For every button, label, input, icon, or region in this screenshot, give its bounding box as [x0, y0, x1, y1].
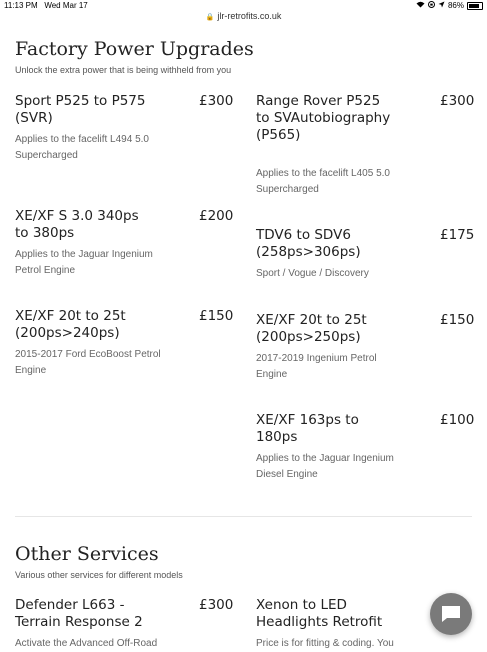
status-right: 86%	[416, 1, 483, 10]
lock-rotation-icon	[427, 1, 435, 10]
item-description: Activate the Advanced Off-Road	[15, 638, 158, 649]
item-description: 2015-2017 Ford EcoBoost Petrol Engine	[15, 349, 161, 376]
item-price: £300	[440, 93, 475, 109]
location-icon	[438, 1, 445, 10]
chat-bubble-icon	[442, 606, 460, 622]
section-divider	[15, 516, 472, 517]
chat-button[interactable]	[430, 593, 472, 635]
item-price: £150	[440, 312, 475, 328]
factory-section-subtitle: Unlock the extra power that is being wit…	[15, 65, 232, 75]
item-description: Applies to the facelift L405 5.0 Superch…	[256, 168, 390, 195]
status-time: 11:13 PM	[4, 1, 38, 10]
item-price: £200	[199, 208, 234, 224]
battery-percent: 86%	[447, 1, 464, 10]
item-description: Applies to the facelift L494 5.0 Superch…	[15, 134, 149, 161]
battery-icon	[467, 1, 483, 10]
item-price: £300	[199, 597, 234, 613]
item-description: Applies to the Jaguar Ingenium Diesel En…	[256, 453, 394, 480]
item-price: £150	[199, 308, 234, 324]
item-title: TDV6 to SDV6 (258ps>306ps)	[256, 227, 361, 260]
item-title: Defender L663 - Terrain Response 2	[15, 597, 143, 630]
item-title: Xenon to LED Headlights Retrofit	[256, 597, 383, 630]
item-title: XE/XF 20t to 25t (200ps>250ps)	[256, 312, 367, 345]
item-title: XE/XF 163ps to 180ps	[256, 412, 359, 445]
item-description: Price is for fitting & coding. You	[256, 638, 394, 649]
item-title: XE/XF S 3.0 340ps to 380ps	[15, 208, 139, 241]
item-title: Range Rover P525 to SVAutobiography (P56…	[256, 93, 391, 143]
item-title: Sport P525 to P575 (SVR)	[15, 93, 146, 126]
other-section-subtitle: Various other services for different mod…	[15, 570, 183, 580]
status-date: Wed Mar 17	[44, 1, 88, 10]
other-section-title: Other Services	[15, 543, 159, 565]
item-price: £300	[199, 93, 234, 109]
item-description: Sport / Vogue / Discovery	[256, 268, 369, 279]
item-price: £175	[440, 227, 475, 243]
url-text: jlr-retrofits.co.uk	[217, 11, 282, 21]
lock-icon: 🔒	[205, 14, 215, 21]
item-title: XE/XF 20t to 25t (200ps>240ps)	[15, 308, 126, 341]
status-left: 11:13 PM Wed Mar 17	[4, 1, 88, 10]
item-price: £100	[440, 412, 475, 428]
url-bar[interactable]: 🔒 jlr-retrofits.co.uk	[0, 11, 487, 25]
factory-section-title: Factory Power Upgrades	[15, 38, 254, 60]
item-description: 2017-2019 Ingenium Petrol Engine	[256, 353, 377, 380]
item-description: Applies to the Jaguar Ingenium Petrol En…	[15, 249, 153, 276]
wifi-icon	[416, 1, 425, 10]
